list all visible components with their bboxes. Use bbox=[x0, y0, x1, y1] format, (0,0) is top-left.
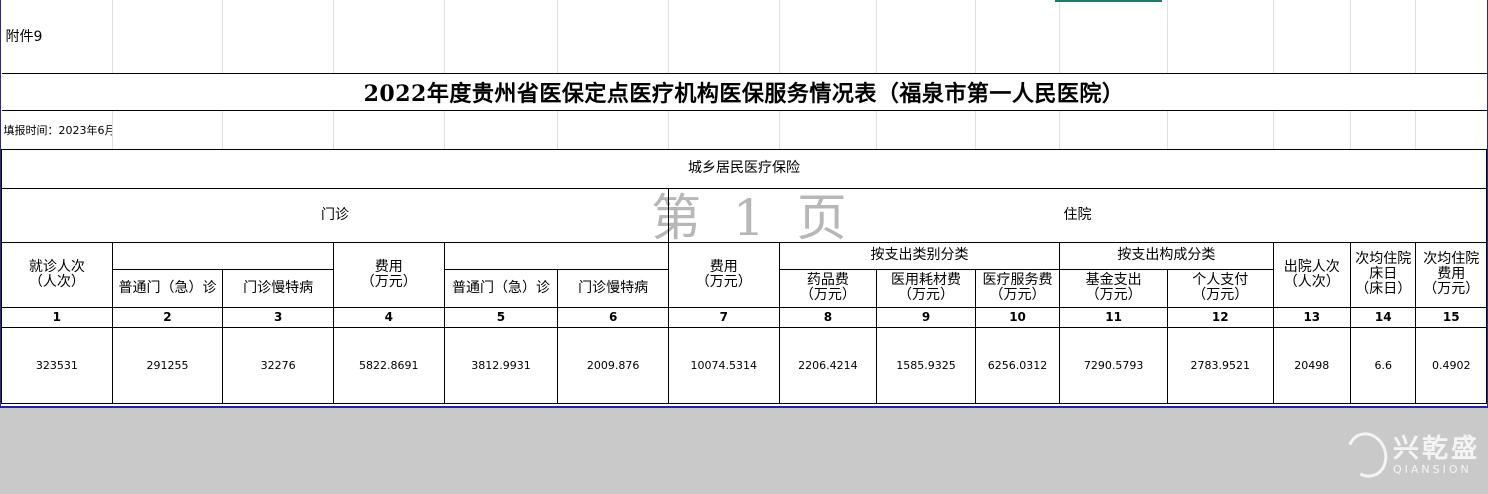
chronic-disease-cost-header[interactable]: 门诊慢特病 bbox=[557, 268, 669, 308]
empty-cell[interactable] bbox=[332, 110, 445, 150]
value-cell[interactable]: 2009.876 bbox=[557, 326, 669, 404]
empty-cell[interactable] bbox=[557, 110, 669, 150]
empty-cell[interactable] bbox=[1059, 0, 1168, 74]
empty-cell[interactable] bbox=[1350, 0, 1416, 74]
column-number[interactable]: 8 bbox=[778, 306, 878, 328]
by-composition-header[interactable]: 按支出构成分类 bbox=[1059, 241, 1274, 270]
fill-time[interactable]: 填报时间：2023年6月29日 bbox=[1, 110, 113, 150]
empty-cell[interactable] bbox=[1272, 0, 1351, 74]
insurance-type-header[interactable]: 城乡居民医疗保险 bbox=[1, 148, 1487, 189]
column-number[interactable]: 6 bbox=[557, 306, 669, 328]
column-number[interactable]: 12 bbox=[1166, 306, 1274, 328]
empty-cell[interactable] bbox=[443, 0, 558, 74]
empty-cell[interactable] bbox=[974, 110, 1060, 150]
value-cell[interactable]: 2783.9521 bbox=[1166, 326, 1274, 404]
value-cell[interactable]: 0.4902 bbox=[1415, 326, 1487, 404]
inpatient-header[interactable]: 住院 bbox=[667, 187, 1488, 243]
empty-cell[interactable] bbox=[1415, 110, 1487, 150]
column-number[interactable]: 11 bbox=[1059, 306, 1168, 328]
empty-cell[interactable] bbox=[778, 0, 877, 74]
empty-cell[interactable] bbox=[222, 110, 334, 150]
column-number[interactable]: 7 bbox=[667, 306, 780, 328]
outpatient-cost-header[interactable]: 费用 （万元） bbox=[332, 241, 445, 308]
drug-fee-header[interactable]: 药品费 （万元） bbox=[778, 268, 878, 308]
empty-cell[interactable] bbox=[974, 0, 1060, 74]
column-number[interactable]: 2 bbox=[111, 306, 224, 328]
spreadsheet-sheet: 附件9 2022年度贵州省医保定点医疗机构医保服务情况表（福泉市第一人民医院） … bbox=[0, 0, 1488, 408]
column-number[interactable]: 9 bbox=[876, 306, 976, 328]
empty-cell[interactable] bbox=[778, 110, 877, 150]
column-number[interactable]: 3 bbox=[222, 306, 334, 328]
empty-cell[interactable] bbox=[1059, 110, 1168, 150]
column-number[interactable]: 14 bbox=[1350, 306, 1417, 328]
value-cell[interactable]: 6.6 bbox=[1350, 326, 1417, 404]
value-cell[interactable]: 32276 bbox=[222, 326, 334, 404]
empty-cell[interactable] bbox=[222, 0, 334, 74]
value-cell[interactable]: 2206.4214 bbox=[778, 326, 878, 404]
inpatient-cost-header[interactable]: 费用 （万元） bbox=[667, 241, 780, 308]
empty-cell[interactable] bbox=[876, 0, 976, 74]
value-cell[interactable]: 291255 bbox=[111, 326, 224, 404]
logo-text: 兴乾盛 QIANSION bbox=[1393, 435, 1480, 476]
personal-pay-header[interactable]: 个人支付 （万元） bbox=[1166, 268, 1274, 308]
empty-cell[interactable] bbox=[876, 110, 976, 150]
empty-cell[interactable] bbox=[1166, 110, 1274, 150]
empty-cell[interactable] bbox=[1166, 0, 1274, 74]
material-fee-header[interactable]: 医用耗材费 （万元） bbox=[876, 268, 976, 308]
empty-cell[interactable] bbox=[1350, 110, 1416, 150]
value-cell[interactable]: 7290.5793 bbox=[1059, 326, 1168, 404]
value-cell[interactable]: 20498 bbox=[1272, 326, 1352, 404]
value-cell[interactable]: 1585.9325 bbox=[876, 326, 976, 404]
general-outpatient-visits-header[interactable]: 普通门（急）诊 bbox=[111, 268, 224, 308]
column-number[interactable]: 15 bbox=[1415, 306, 1487, 328]
value-cell[interactable]: 5822.8691 bbox=[332, 326, 445, 404]
by-category-header[interactable]: 按支出类别分类 bbox=[778, 241, 1061, 270]
value-cell[interactable]: 323531 bbox=[1, 326, 113, 404]
logo-cn-text: 兴乾盛 bbox=[1392, 433, 1480, 464]
general-outpatient-cost-header[interactable]: 普通门（急）诊 bbox=[443, 268, 559, 308]
column-number[interactable]: 13 bbox=[1272, 306, 1352, 328]
brand-logo: 兴乾盛 QIANSION bbox=[1340, 426, 1480, 484]
logo-swirl-icon bbox=[1340, 426, 1394, 484]
visits-header[interactable]: 就诊人次 （人次） bbox=[1, 241, 113, 308]
fund-pay-header[interactable]: 基金支出 （万元） bbox=[1059, 268, 1168, 308]
empty-cell[interactable] bbox=[557, 0, 669, 74]
selected-cell-marker bbox=[1055, 0, 1162, 2]
chronic-disease-visits-header[interactable]: 门诊慢特病 bbox=[222, 268, 334, 308]
empty-cell[interactable] bbox=[1272, 110, 1351, 150]
column-number[interactable]: 10 bbox=[974, 306, 1061, 328]
annex-label[interactable]: 附件9 bbox=[1, 0, 113, 74]
empty-cell[interactable] bbox=[111, 0, 223, 74]
cost-subgroup-header[interactable] bbox=[443, 241, 669, 270]
empty-cell[interactable] bbox=[332, 0, 445, 74]
discharges-header[interactable]: 出院人次 （人次） bbox=[1272, 241, 1352, 308]
empty-cell[interactable] bbox=[667, 110, 780, 150]
logo-en-text: QIANSION bbox=[1392, 462, 1472, 476]
avg-bed-days-header[interactable]: 次均住院 床日 （床日） bbox=[1350, 241, 1417, 308]
value-cell[interactable]: 10074.5314 bbox=[667, 326, 780, 404]
service-fee-header[interactable]: 医疗服务费 （万元） bbox=[974, 268, 1061, 308]
outpatient-header[interactable]: 门诊 bbox=[1, 187, 669, 243]
visits-subgroup-header[interactable] bbox=[111, 241, 334, 270]
column-number[interactable]: 5 bbox=[443, 306, 559, 328]
empty-cell[interactable] bbox=[443, 110, 558, 150]
value-cell[interactable]: 6256.0312 bbox=[974, 326, 1061, 404]
column-number[interactable]: 4 bbox=[332, 306, 445, 328]
empty-cell[interactable] bbox=[667, 0, 780, 74]
empty-cell[interactable] bbox=[1415, 0, 1487, 74]
empty-cell[interactable] bbox=[111, 110, 223, 150]
report-table: 附件9 2022年度贵州省医保定点医疗机构医保服务情况表（福泉市第一人民医院） … bbox=[1, 0, 1488, 404]
avg-cost-header[interactable]: 次均住院 费用 （万元） bbox=[1415, 241, 1487, 308]
report-title[interactable]: 2022年度贵州省医保定点医疗机构医保服务情况表（福泉市第一人民医院） bbox=[1, 73, 1487, 111]
column-number[interactable]: 1 bbox=[1, 306, 113, 328]
value-cell[interactable]: 3812.9931 bbox=[443, 326, 559, 404]
